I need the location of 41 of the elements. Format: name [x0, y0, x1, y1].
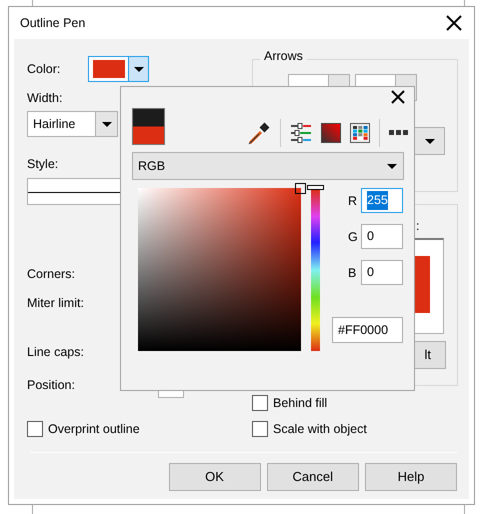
color-handle[interactable]: [295, 183, 306, 194]
more-icon[interactable]: [389, 130, 409, 136]
field-label: Miter limit:: [27, 296, 84, 311]
channel-label: R: [348, 194, 358, 209]
group-label: :: [416, 219, 420, 234]
field-label: Position:: [27, 378, 75, 393]
hex-field[interactable]: #FF0000: [332, 317, 403, 343]
dialog-button[interactable]: OK: [168, 462, 260, 491]
channel-label: B: [348, 266, 356, 281]
eyedropper-icon[interactable]: [247, 121, 271, 145]
hue-handle[interactable]: [307, 185, 324, 190]
checkbox[interactable]: [252, 421, 268, 438]
checkbox[interactable]: [27, 421, 43, 438]
channel-field[interactable]: 255: [361, 188, 403, 213]
field-label: Color:: [27, 62, 60, 77]
caret-icon: [387, 164, 397, 168]
color-button[interactable]: [88, 56, 149, 82]
channel-field[interactable]: 0: [361, 260, 403, 285]
caret-icon: [424, 138, 434, 144]
window-title: Outline Pen: [20, 14, 86, 32]
field-label: Line caps:: [27, 345, 84, 360]
field-label: Width:: [27, 91, 62, 106]
caret-icon: [134, 66, 144, 72]
checkbox-label: Overprint outline: [48, 421, 140, 438]
close-icon[interactable]: [446, 15, 462, 31]
sliders-icon[interactable]: [290, 123, 312, 143]
color-palette-icon[interactable]: [350, 123, 370, 143]
color-gradient-icon[interactable]: [321, 123, 341, 143]
checkbox-label: Scale with object: [273, 421, 367, 438]
close-icon[interactable]: [391, 90, 405, 104]
field-label: Style:: [27, 157, 58, 172]
caret-icon: [102, 122, 112, 126]
field-label: Corners:: [27, 267, 75, 282]
color-model-dropdown[interactable]: RGB: [132, 152, 404, 180]
checkbox[interactable]: [252, 395, 268, 412]
checkbox-label: Behind fill: [273, 395, 328, 412]
channel-label: G: [348, 230, 358, 245]
dialog-button[interactable]: Cancel: [266, 462, 359, 491]
channel-field[interactable]: 0: [361, 224, 403, 249]
dialog-button[interactable]: Help: [365, 462, 457, 491]
width-dropdown[interactable]: Hairline: [27, 111, 118, 137]
